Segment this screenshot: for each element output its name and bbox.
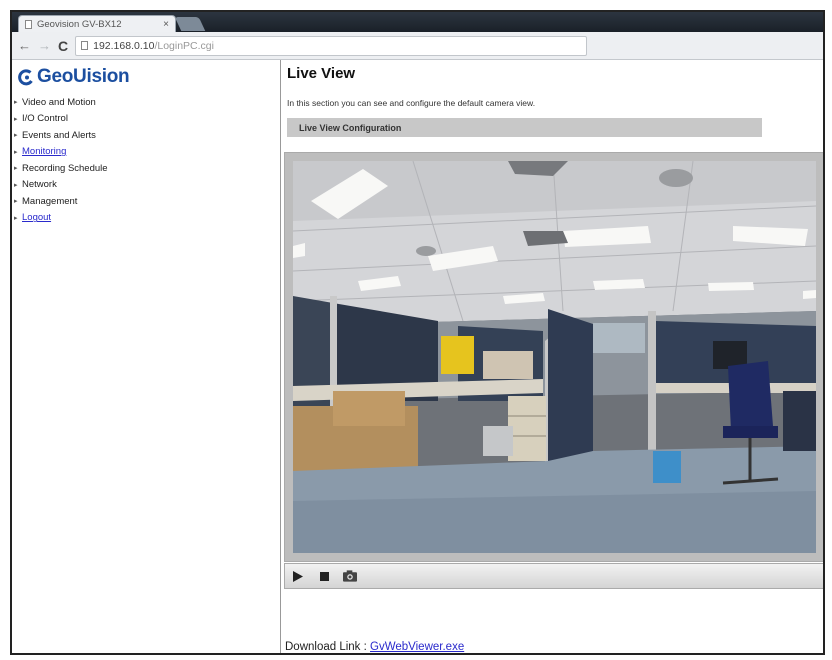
camera-video-feed[interactable] xyxy=(293,161,816,553)
page-icon xyxy=(25,19,32,29)
sidebar-item-logout[interactable]: ▸ Logout xyxy=(12,210,108,227)
live-view-panel xyxy=(284,152,823,562)
intro-text: In this section you can see and configur… xyxy=(287,98,536,108)
sidebar-item-label: Monitoring xyxy=(22,146,67,158)
office-scene xyxy=(293,161,816,553)
logo-text: GeoUision xyxy=(37,66,130,87)
sidebar-item-label: Network xyxy=(22,179,57,191)
bullet-icon: ▸ xyxy=(14,165,18,173)
sidebar-item-label: Video and Motion xyxy=(22,96,96,108)
browser-tab[interactable]: Geovision GV-BX12 × xyxy=(18,15,176,32)
sidebar-item-label: Events and Alerts xyxy=(22,129,96,141)
bullet-icon: ▸ xyxy=(14,99,18,107)
sidebar-item-events-and-alerts[interactable]: ▸ Events and Alerts xyxy=(12,127,108,144)
sidebar-item-io-control[interactable]: ▸ I/O Control xyxy=(12,111,108,128)
back-icon[interactable]: ← xyxy=(18,39,31,52)
play-icon[interactable] xyxy=(291,569,305,583)
sidebar-item-label: Management xyxy=(22,195,78,207)
geovision-logo: GeoUision xyxy=(18,66,130,88)
close-icon[interactable]: × xyxy=(163,19,169,30)
tab-title: Geovision GV-BX12 xyxy=(37,18,122,30)
browser-toolbar: ← → C 192.168.0.10/LoginPC.cgi xyxy=(12,32,823,60)
main-panel: Live View In this section you can see an… xyxy=(284,60,823,653)
download-label: Download Link : xyxy=(285,641,371,653)
bullet-icon: ▸ xyxy=(14,115,18,123)
reload-icon[interactable]: C xyxy=(58,38,68,54)
bullet-icon: ▸ xyxy=(14,181,18,189)
sidebar-item-network[interactable]: ▸ Network xyxy=(12,177,108,194)
logo-icon xyxy=(18,68,33,85)
url-host: 192.168.0.10 xyxy=(93,39,155,52)
download-link-row: Download Link : GvWebViewer.exe xyxy=(285,641,464,653)
new-tab-button[interactable] xyxy=(174,17,206,31)
tab-strip: Geovision GV-BX12 × xyxy=(12,12,823,32)
page-content: GeoUision ▸ Video and Motion ▸ I/O Control… xyxy=(12,60,823,653)
bullet-icon: ▸ xyxy=(14,132,18,140)
bullet-icon: ▸ xyxy=(14,198,18,206)
sidebar-item-recording-schedule[interactable]: ▸ Recording Schedule xyxy=(12,160,108,177)
page-icon xyxy=(81,41,89,50)
sidebar-item-label: Logout xyxy=(22,212,52,224)
sidebar-item-management[interactable]: ▸ Management xyxy=(12,193,108,210)
url-path: /LoginPC.cgi xyxy=(154,39,214,52)
player-controls xyxy=(284,563,823,589)
snapshot-icon[interactable] xyxy=(343,569,357,583)
bullet-icon: ▸ xyxy=(14,148,18,156)
sidebar-item-monitoring[interactable]: ▸ Monitoring xyxy=(12,144,108,161)
address-bar[interactable]: 192.168.0.10/LoginPC.cgi xyxy=(75,35,588,56)
sidebar-item-label: Recording Schedule xyxy=(22,162,108,174)
browser-window: Geovision GV-BX12 × ← → C 192.168.0.10/L… xyxy=(10,10,825,655)
sidebar-item-video-and-motion[interactable]: ▸ Video and Motion xyxy=(12,94,108,111)
sidebar-menu: ▸ Video and Motion ▸ I/O Control ▸ Events a… xyxy=(12,94,108,226)
sidebar-item-label: I/O Control xyxy=(22,113,68,125)
download-link[interactable]: GvWebViewer.exe xyxy=(370,641,464,653)
url-text: 192.168.0.10/LoginPC.cgi xyxy=(93,40,214,52)
page-title: Live View xyxy=(287,65,356,82)
bullet-icon: ▸ xyxy=(14,214,18,222)
forward-icon[interactable]: → xyxy=(38,39,51,52)
stop-icon[interactable] xyxy=(317,569,331,583)
section-header: Live View Configuration xyxy=(287,118,762,137)
sidebar: GeoUision ▸ Video and Motion ▸ I/O Control… xyxy=(12,60,281,653)
